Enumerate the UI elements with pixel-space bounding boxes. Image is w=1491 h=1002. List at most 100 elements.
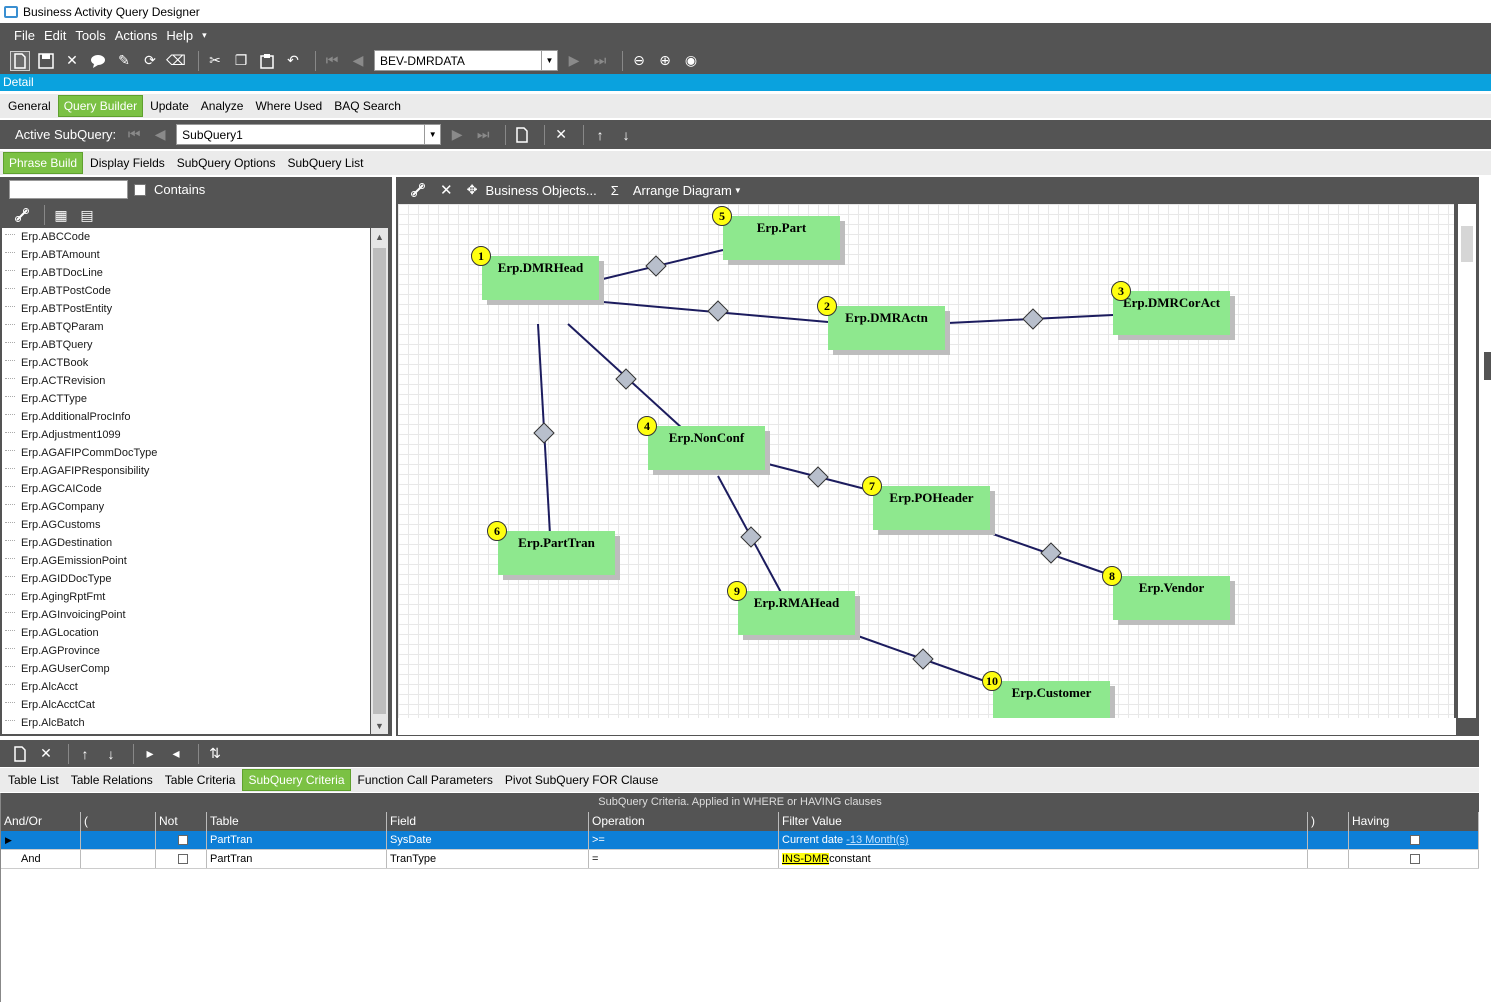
cell-having[interactable]: [1349, 850, 1479, 868]
tab-baq-search[interactable]: BAQ Search: [329, 96, 406, 116]
comment-icon[interactable]: [88, 51, 108, 71]
new-criteria-icon[interactable]: [10, 744, 30, 764]
col-filter-value[interactable]: Filter Value: [779, 812, 1308, 831]
join-diamond-icon[interactable]: [645, 255, 667, 277]
having-checkbox[interactable]: [1410, 835, 1420, 845]
tab-pivot-subquery-for-clause[interactable]: Pivot SubQuery FOR Clause: [500, 770, 663, 790]
having-checkbox[interactable]: [1410, 854, 1420, 864]
tab-phrase-build[interactable]: Phrase Build: [3, 152, 84, 174]
list-item[interactable]: Erp.AGDestination: [2, 534, 370, 552]
list-item[interactable]: Erp.AlcAcct: [2, 678, 370, 696]
next-record-icon[interactable]: ▶: [564, 51, 584, 71]
diagram-node[interactable]: Erp.DMRCorAct: [1113, 291, 1230, 335]
col-field[interactable]: Field: [387, 812, 589, 831]
list-item[interactable]: Erp.ACTRevision: [2, 372, 370, 390]
delete-criteria-icon[interactable]: ✕: [36, 744, 56, 764]
calculator-icon[interactable]: ▤: [77, 205, 97, 225]
not-checkbox[interactable]: [177, 854, 188, 864]
attach-icon[interactable]: ✎: [114, 51, 134, 71]
cell-not[interactable]: [156, 831, 207, 849]
list-item[interactable]: Erp.AGProvince: [2, 642, 370, 660]
contains-checkbox[interactable]: [134, 183, 146, 196]
move-up-icon[interactable]: ↑: [75, 744, 95, 764]
splitter-handle[interactable]: [1484, 352, 1491, 380]
list-item[interactable]: Erp.ACTBook: [2, 354, 370, 372]
cell-having[interactable]: [1349, 831, 1479, 849]
cell-close-paren[interactable]: [1308, 831, 1349, 849]
tab-where-used[interactable]: Where Used: [250, 96, 327, 116]
col-operation[interactable]: Operation: [589, 812, 779, 831]
tab-subquery-list[interactable]: SubQuery List: [282, 153, 368, 173]
menu-file[interactable]: File: [14, 28, 35, 43]
menu-actions[interactable]: Actions: [115, 28, 158, 43]
delete-subquery-icon[interactable]: ✕: [551, 125, 571, 145]
back-icon[interactable]: ⊖: [629, 51, 649, 71]
diagram-node[interactable]: Erp.Vendor: [1113, 576, 1230, 620]
scroll-up-icon[interactable]: ▲: [371, 228, 388, 245]
save-icon[interactable]: [36, 51, 56, 71]
indent-right-icon[interactable]: ▸: [140, 744, 160, 764]
delete-icon[interactable]: ✕: [62, 51, 82, 71]
clear-icon[interactable]: ⌫: [166, 51, 186, 71]
indent-left-icon[interactable]: ◂: [166, 744, 186, 764]
tab-table-list[interactable]: Table List: [3, 770, 64, 790]
new-subquery-icon[interactable]: [512, 125, 532, 145]
tab-subquery-options[interactable]: SubQuery Options: [172, 153, 281, 173]
list-item[interactable]: Erp.AGCustoms: [2, 516, 370, 534]
list-item[interactable]: Erp.ABCCode: [2, 228, 370, 246]
cell-close-paren[interactable]: [1308, 850, 1349, 868]
list-item[interactable]: Erp.ABTPostCode: [2, 282, 370, 300]
chevron-down-icon[interactable]: ▼: [424, 125, 440, 144]
table-row[interactable]: ▶ PartTran SysDate >= Current date -13 M…: [1, 831, 1479, 850]
cell-field[interactable]: TranType: [387, 850, 589, 868]
join-diamond-icon[interactable]: [740, 526, 762, 548]
join-diamond-icon[interactable]: [1022, 308, 1044, 330]
list-item[interactable]: Erp.ACTType: [2, 390, 370, 408]
list-item[interactable]: Erp.AGLocation: [2, 624, 370, 642]
last-subquery-icon[interactable]: ⏭: [473, 125, 493, 145]
first-record-icon[interactable]: ⏮: [322, 51, 342, 71]
scroll-down-icon[interactable]: ▼: [371, 717, 388, 734]
list-item[interactable]: Erp.AGUserComp: [2, 660, 370, 678]
diagram-vertical-scrollbar[interactable]: [1458, 204, 1476, 718]
tab-table-criteria[interactable]: Table Criteria: [160, 770, 241, 790]
link-icon[interactable]: [12, 205, 32, 225]
list-item[interactable]: Erp.AGCAICode: [2, 480, 370, 498]
query-id-combo[interactable]: BEV-DMRDATA ▼: [374, 50, 558, 71]
diagram-node[interactable]: Erp.PartTran: [498, 531, 615, 575]
grid-icon[interactable]: ▦: [51, 205, 71, 225]
join-diamond-icon[interactable]: [912, 648, 934, 670]
join-diamond-icon[interactable]: [533, 422, 555, 444]
forward-icon[interactable]: ⊕: [655, 51, 675, 71]
menu-overflow-icon[interactable]: ▾: [202, 30, 207, 41]
table-row[interactable]: And PartTran TranType = INS-DMRconstant: [1, 850, 1479, 869]
join-diamond-icon[interactable]: [807, 466, 829, 488]
cell-filter-value[interactable]: INS-DMRconstant: [779, 850, 1308, 868]
menu-edit[interactable]: Edit: [44, 28, 66, 43]
cell-table[interactable]: PartTran: [207, 850, 387, 868]
list-item[interactable]: Erp.ABTAmount: [2, 246, 370, 264]
diagram-node[interactable]: Erp.DMRHead: [482, 256, 599, 300]
move-down-icon[interactable]: ↓: [616, 125, 636, 145]
join-diamond-icon[interactable]: [707, 300, 729, 322]
cell-open-paren[interactable]: [81, 831, 156, 849]
first-subquery-icon[interactable]: ⏮: [124, 125, 144, 145]
col-close-paren[interactable]: ): [1308, 812, 1349, 831]
last-record-icon[interactable]: ⏭: [590, 51, 610, 71]
list-item[interactable]: Erp.AGCompany: [2, 498, 370, 516]
col-and-or[interactable]: And/Or: [1, 812, 81, 831]
tab-table-relations[interactable]: Table Relations: [66, 770, 158, 790]
list-item[interactable]: Erp.AGEmissionPoint: [2, 552, 370, 570]
filter-link[interactable]: INS-DMR: [782, 853, 830, 865]
list-item[interactable]: Erp.AGAFIPResponsibility: [2, 462, 370, 480]
sort-icon[interactable]: ⇅: [205, 744, 225, 764]
business-objects-button[interactable]: ✥ Business Objects...: [467, 182, 597, 198]
list-item[interactable]: Erp.AGAFIPCommDocType: [2, 444, 370, 462]
diagram-canvas[interactable]: Erp.DMRHead 1 Erp.DMRActn 2 Erp.DMRCorAct 3 Er…: [398, 204, 1454, 718]
list-item[interactable]: Erp.ABTDocLine: [2, 264, 370, 282]
filter-link[interactable]: -13 Month(s): [846, 834, 908, 846]
table-list[interactable]: Erp.ABCCode Erp.ABTAmount Erp.ABTDocLine Er…: [2, 228, 370, 734]
paste-icon[interactable]: [257, 51, 277, 71]
table-list-scrollbar[interactable]: ▲ ▼: [371, 228, 388, 734]
cell-filter-value[interactable]: Current date -13 Month(s): [779, 831, 1308, 849]
